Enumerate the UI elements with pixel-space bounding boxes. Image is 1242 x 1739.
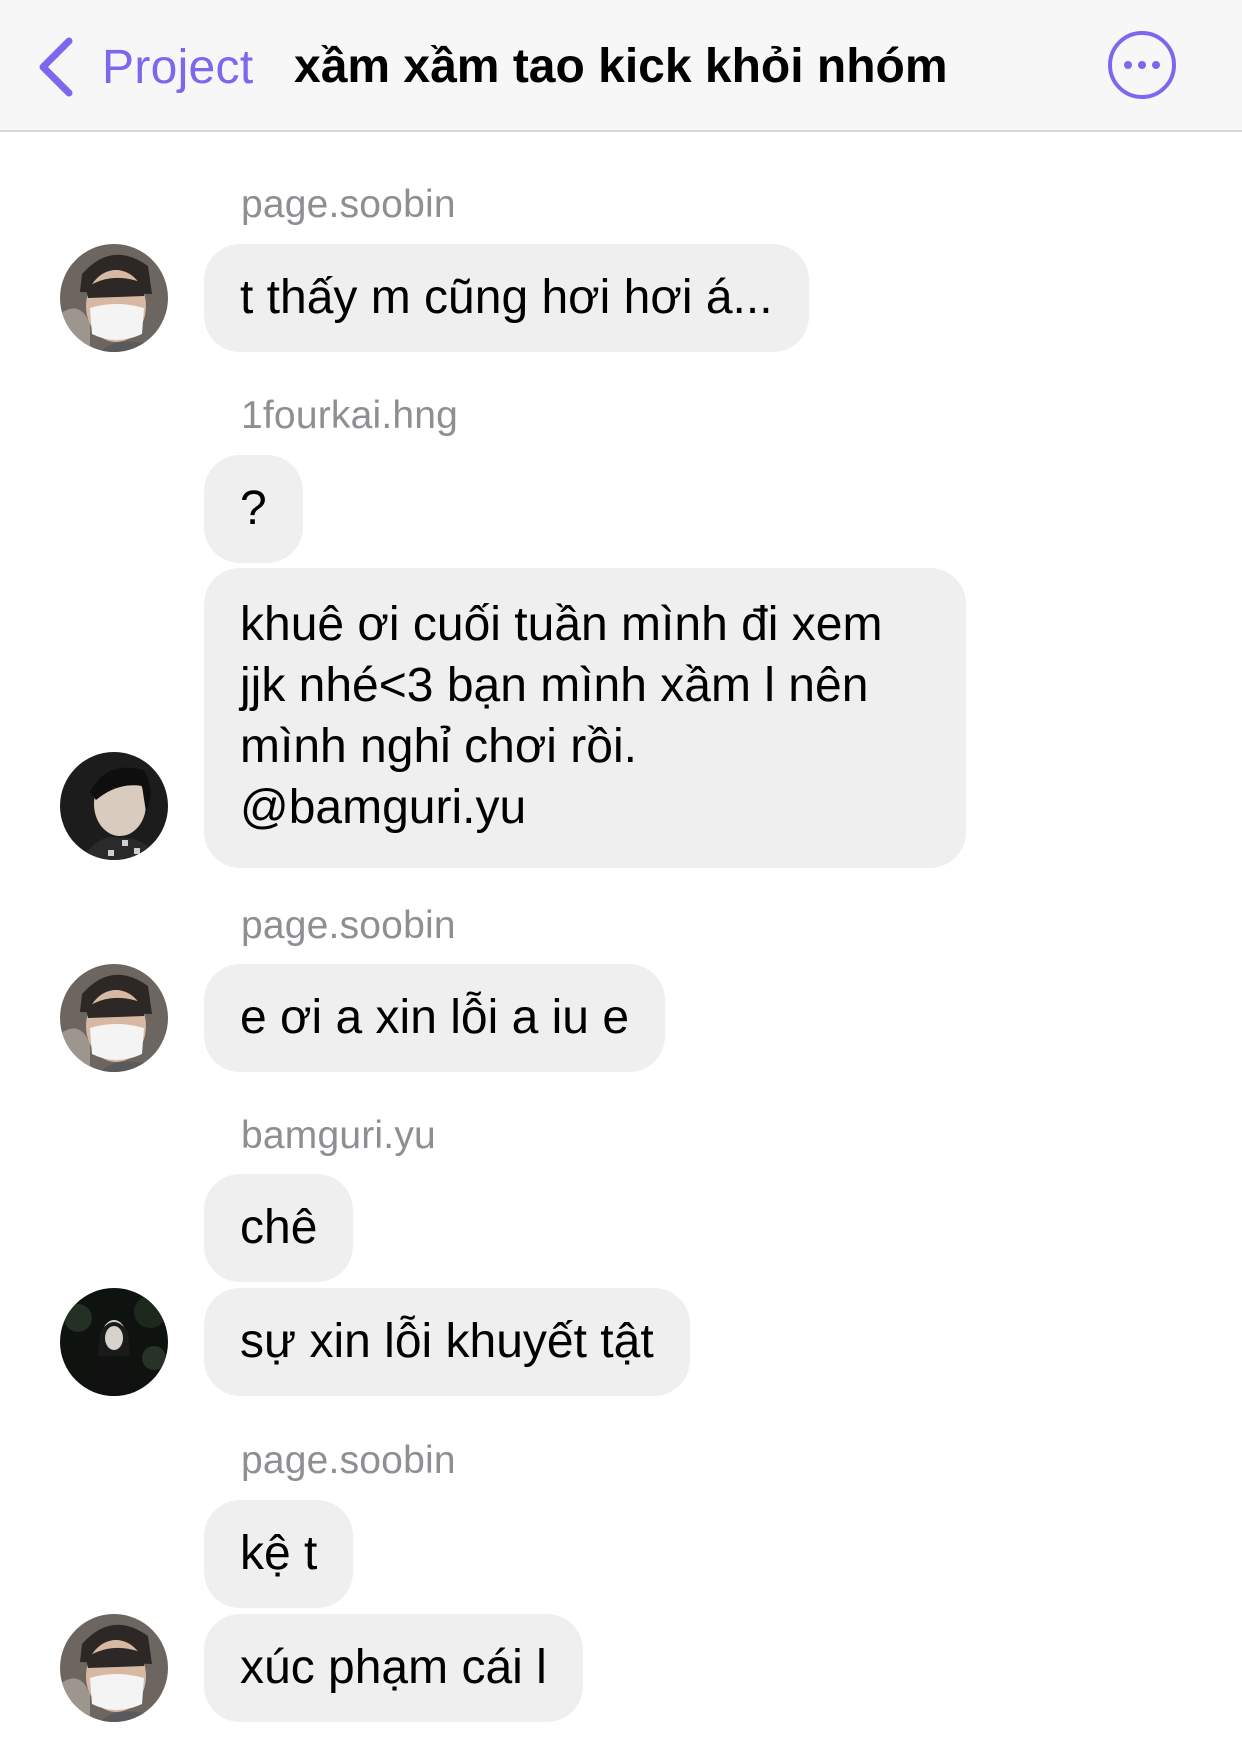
sender-name: 1fourkai.hng xyxy=(241,394,459,437)
chat-title: xầm xầm tao kick khỏi nhóm xyxy=(294,40,948,93)
chevron-left-icon xyxy=(36,36,74,98)
message-bubble[interactable]: t thấy m cũng hơi hơi á... xyxy=(204,244,809,352)
avatar[interactable] xyxy=(60,752,168,860)
message-bubble[interactable]: chê xyxy=(204,1174,354,1282)
sender-name: page.soobin xyxy=(241,904,456,947)
more-options-button[interactable] xyxy=(1108,31,1176,99)
more-horizontal-icon xyxy=(1124,61,1132,69)
back-label: Project xyxy=(102,40,254,94)
message-bubble[interactable]: sự xin lỗi khuyết tật xyxy=(204,1288,690,1396)
sender-name: page.soobin xyxy=(241,183,456,226)
sender-name: page.soobin xyxy=(241,1439,456,1482)
back-button[interactable]: Project xyxy=(36,32,254,102)
more-dot xyxy=(1152,61,1160,69)
avatar[interactable] xyxy=(60,244,168,352)
message-bubble[interactable]: ? xyxy=(204,455,303,563)
avatar[interactable] xyxy=(60,1288,168,1396)
message-bubble[interactable]: kệ t xyxy=(204,1500,354,1608)
message-bubble[interactable]: khuê ơi cuối tuần mình đi xem jjk nhé<3 … xyxy=(204,568,966,868)
avatar[interactable] xyxy=(60,1614,168,1722)
avatar[interactable] xyxy=(60,964,168,1072)
more-dot xyxy=(1138,61,1146,69)
nav-bar: Project xầm xầm tao kick khỏi nhóm xyxy=(0,0,1242,132)
message-bubble[interactable]: e ơi a xin lỗi a iu e xyxy=(204,964,666,1072)
sender-name: bamguri.yu xyxy=(241,1114,436,1157)
message-bubble[interactable]: xúc phạm cái l xyxy=(204,1614,583,1722)
